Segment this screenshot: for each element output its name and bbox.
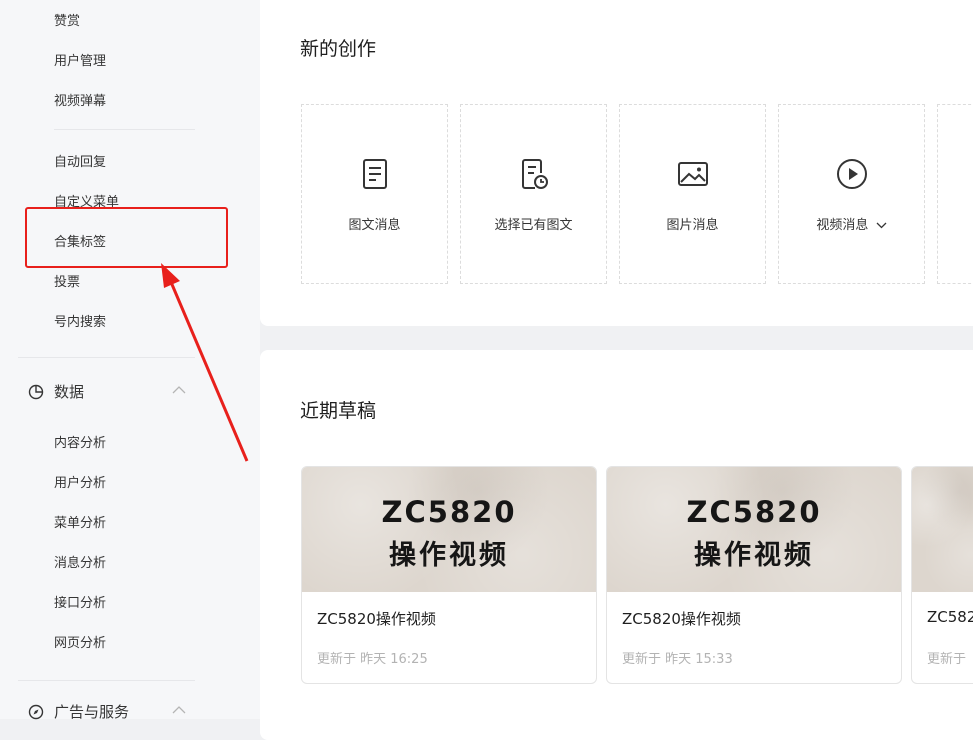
image-icon — [677, 162, 708, 186]
create-image-message-label: 图片消息 — [666, 218, 719, 233]
chevron-down-icon[interactable] — [876, 221, 887, 229]
sidebar-item-video-danmaku[interactable]: 视频弹幕 — [54, 90, 106, 109]
select-existing-article-label: 选择已有图文 — [494, 218, 573, 233]
sidebar-item-content-analysis[interactable]: 内容分析 — [54, 432, 106, 451]
sidebar-item-menu-analysis[interactable]: 菜单分析 — [54, 512, 106, 531]
sidebar-item-auto-reply[interactable]: 自动回复 — [54, 151, 106, 170]
recent-drafts-title: 近期草稿 — [300, 400, 377, 422]
thumbnail-text-line1: ZC5820 — [381, 495, 517, 529]
draft-updated-time: 更新于 昨天 16:25 — [317, 652, 428, 667]
sidebar-group-data-label: 数据 — [54, 383, 85, 401]
draft-title: ZC5820操作视频 — [317, 610, 436, 628]
sidebar-item-vote[interactable]: 投票 — [54, 271, 80, 290]
thumbnail-text-line1: ZC5820 — [686, 495, 822, 529]
draft-card[interactable]: ZC5820 操作视频 ZC5820操作视频 更新于 昨天 16:25 — [301, 466, 597, 684]
sidebar-divider — [18, 680, 195, 681]
create-video-message-button[interactable]: 视频消息 — [778, 104, 925, 284]
draft-thumbnail — [912, 467, 973, 592]
select-existing-article-button[interactable]: 选择已有图文 — [460, 104, 607, 284]
create-image-message-button[interactable]: 图片消息 — [619, 104, 766, 284]
document-clock-icon — [521, 159, 548, 189]
draft-card[interactable]: ZC582 更新于 — [911, 466, 973, 684]
create-video-message-label: 视频消息 — [779, 214, 924, 233]
thumbnail-text-line2: 操作视频 — [694, 540, 814, 571]
sidebar-item-message-analysis[interactable]: 消息分析 — [54, 552, 106, 571]
draft-updated-time: 更新于 — [927, 652, 967, 667]
thumbnail-text-line2: 操作视频 — [389, 540, 509, 571]
sidebar-group-data[interactable]: 数据 — [28, 381, 84, 402]
chevron-up-icon[interactable] — [171, 705, 187, 715]
sidebar-item-webpage-analysis[interactable]: 网页分析 — [54, 632, 106, 651]
document-icon — [362, 159, 387, 189]
sidebar-item-reward[interactable]: 赞赏 — [54, 10, 80, 29]
annotation-arrow — [161, 263, 249, 462]
new-creation-title: 新的创作 — [300, 38, 377, 60]
draft-thumbnail: ZC5820 操作视频 — [302, 467, 596, 592]
sidebar-item-user-analysis[interactable]: 用户分析 — [54, 472, 106, 491]
create-article-button[interactable]: 图文消息 — [301, 104, 448, 284]
sidebar-item-account-search[interactable]: 号内搜索 — [54, 311, 106, 330]
play-circle-icon — [836, 159, 867, 189]
sidebar-item-api-analysis[interactable]: 接口分析 — [54, 592, 106, 611]
draft-title: ZC582 — [927, 608, 973, 626]
draft-thumbnail: ZC5820 操作视频 — [607, 467, 901, 592]
draft-title: ZC5820操作视频 — [622, 610, 741, 628]
sidebar-divider — [54, 129, 195, 130]
create-more-button[interactable] — [937, 104, 973, 284]
sidebar-item-user-management[interactable]: 用户管理 — [54, 50, 106, 69]
create-article-label: 图文消息 — [348, 218, 401, 233]
compass-icon — [28, 704, 44, 719]
draft-updated-time: 更新于 昨天 15:33 — [622, 652, 733, 667]
video-message-text: 视频消息 — [816, 218, 869, 233]
pie-chart-icon — [28, 384, 44, 399]
draft-card[interactable]: ZC5820 操作视频 ZC5820操作视频 更新于 昨天 15:33 — [606, 466, 902, 684]
